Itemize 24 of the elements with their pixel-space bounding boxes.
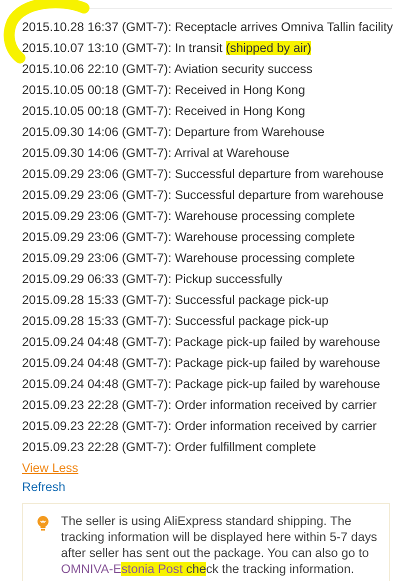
notice-text: The seller is using AliExpress standard shipping. The tracking information will be displayed here within 5-7 days after seller has sent out the package. You can also go to OMNIVA-Estonia Post check the tracking information.	[61, 513, 378, 577]
tracking-event: 2015.09.29 23:06 (GMT-7): Successful departure from warehouse	[22, 187, 384, 204]
lightbulb-icon	[37, 516, 49, 531]
tracking-event: 2015.09.29 23:06 (GMT-7): Warehouse processing complete	[22, 208, 355, 225]
tracking-event: 2015.09.30 14:06 (GMT-7): Departure from Warehouse	[22, 124, 325, 141]
tracking-event: 2015.09.24 04:48 (GMT-7): Package pick-up failed by warehouse	[22, 334, 380, 351]
tracking-event: 2015.09.28 15:33 (GMT-7): Successful package pick-up	[22, 313, 328, 330]
tracking-event: 2015.09.29 23:06 (GMT-7): Warehouse processing complete	[22, 250, 355, 267]
tracking-event: 2015.09.29 23:06 (GMT-7): Successful departure from warehouse	[22, 166, 384, 183]
tracking-event: 2015.09.29 23:06 (GMT-7): Warehouse processing complete	[22, 229, 355, 246]
tracking-event: 2015.09.29 06:33 (GMT-7): Pickup successfully	[22, 271, 282, 288]
tracking-event: 2015.09.30 14:06 (GMT-7): Arrival at Warehouse	[22, 145, 290, 162]
tracking-event: 2015.09.23 22:28 (GMT-7): Order fulfillment complete	[22, 439, 316, 456]
tracking-event: 2015.09.28 15:33 (GMT-7): Successful package pick-up	[22, 292, 328, 309]
tracking-event: 2015.09.23 22:28 (GMT-7): Order information received by carrier	[22, 418, 377, 435]
tracking-event: 2015.10.05 00:18 (GMT-7): Received in Hong Kong	[22, 103, 306, 120]
tracking-event: 2015.09.24 04:48 (GMT-7): Package pick-up failed by warehouse	[22, 355, 380, 372]
tracking-event: 2015.10.28 16:37 (GMT-7): Receptacle arrives Omniva Tallin facility	[22, 19, 393, 36]
tracking-event: 2015.10.05 00:18 (GMT-7): Received in Hong Kong	[22, 82, 306, 99]
tracking-event: 2015.10.07 13:10 (GMT-7): In transit (shipped by air)	[22, 40, 312, 57]
refresh-link[interactable]: Refresh	[22, 478, 66, 496]
tracking-event: 2015.10.06 22:10 (GMT-7): Aviation security success	[22, 61, 312, 78]
tracking-event: 2015.09.24 04:48 (GMT-7): Package pick-up failed by warehouse	[22, 376, 380, 393]
tracking-event: 2015.09.23 22:28 (GMT-7): Order information received by carrier	[22, 397, 377, 414]
